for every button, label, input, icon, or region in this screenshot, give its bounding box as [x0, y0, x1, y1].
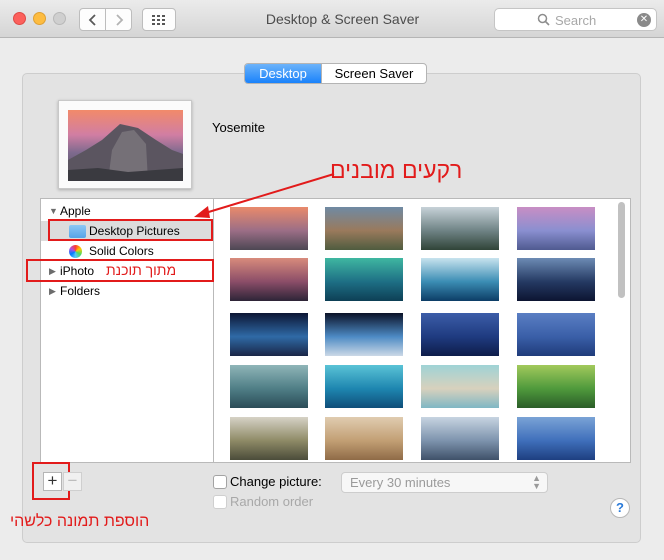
wallpaper-grid	[213, 198, 631, 463]
wallpaper-thumbnail[interactable]	[517, 258, 595, 301]
search-placeholder: Search	[555, 13, 597, 28]
title-bar: Desktop & Screen Saver Search ✕	[0, 0, 664, 38]
source-label: Solid Colors	[89, 244, 154, 258]
wallpaper-thumbnail[interactable]	[517, 365, 595, 408]
wallpaper-thumbnail[interactable]	[230, 258, 308, 301]
close-window-icon[interactable]	[13, 12, 26, 25]
source-item-solid-colors[interactable]: Solid Colors	[41, 241, 213, 261]
zoom-window-icon[interactable]	[53, 12, 66, 25]
remove-folder-button[interactable]: −	[63, 472, 82, 491]
wallpaper-thumbnail[interactable]	[325, 417, 403, 460]
interval-select[interactable]: Every 30 minutes ▲ ▼	[341, 472, 548, 493]
color-wheel-icon	[69, 245, 82, 258]
interval-value: Every 30 minutes	[350, 475, 451, 490]
wallpaper-preview	[58, 100, 192, 189]
minimize-window-icon[interactable]	[33, 12, 46, 25]
annotation-builtin-backgrounds: רקעים מובנים	[330, 157, 463, 183]
forward-button[interactable]	[105, 8, 132, 31]
search-field[interactable]: Search ✕	[494, 8, 657, 31]
change-picture-checkbox[interactable]	[213, 475, 227, 489]
search-icon	[537, 13, 550, 31]
source-label: Apple	[60, 204, 91, 218]
chevron-right-icon	[115, 13, 123, 26]
wallpaper-thumbnail[interactable]	[517, 417, 595, 460]
wallpaper-thumbnail[interactable]	[230, 417, 308, 460]
back-button[interactable]	[79, 8, 106, 31]
select-arrows-icon: ▲ ▼	[532, 473, 541, 491]
wallpaper-thumbnail[interactable]	[517, 207, 595, 250]
wallpaper-thumbnail[interactable]	[325, 365, 403, 408]
disclosure-triangle-icon[interactable]: ▶	[49, 281, 56, 301]
change-picture-label: Change picture:	[230, 474, 322, 489]
wallpaper-name: Yosemite	[212, 120, 265, 135]
wallpaper-thumbnail[interactable]	[421, 207, 499, 250]
preview-image	[68, 110, 183, 181]
tab-screen-saver[interactable]: Screen Saver	[321, 64, 426, 83]
annotation-add-image: הוספת תמונה כלשהי	[10, 513, 150, 530]
wallpaper-thumbnail[interactable]	[517, 313, 595, 356]
disclosure-triangle-icon[interactable]: ▼	[49, 201, 58, 221]
wallpaper-thumbnail[interactable]	[230, 313, 308, 356]
source-group-folders[interactable]: ▶ Folders	[41, 281, 213, 301]
annotation-from-app: מתוך תוכנת	[106, 262, 177, 278]
random-order-checkbox[interactable]	[213, 495, 227, 509]
wallpaper-thumbnail[interactable]	[421, 365, 499, 408]
wallpaper-thumbnail[interactable]	[421, 313, 499, 356]
chevron-left-icon	[88, 13, 96, 26]
random-order-label: Random order	[230, 494, 314, 509]
help-button[interactable]: ?	[610, 498, 630, 518]
grid-scrollbar[interactable]	[618, 202, 625, 298]
source-group-apple[interactable]: ▼ Apple	[41, 201, 213, 221]
grid-icon	[152, 14, 165, 25]
show-all-button[interactable]	[142, 8, 176, 31]
add-folder-button[interactable]: +	[43, 472, 62, 491]
annotation-highlight-desktop-pictures	[48, 219, 213, 241]
clear-search-icon[interactable]: ✕	[637, 13, 651, 27]
wallpaper-thumbnail[interactable]	[421, 258, 499, 301]
window-title: Desktop & Screen Saver	[265, 11, 420, 27]
annotation-arrow-icon	[194, 173, 335, 218]
tab-control: Desktop Screen Saver	[244, 63, 427, 84]
wallpaper-thumbnail[interactable]	[325, 313, 403, 356]
wallpaper-thumbnail[interactable]	[230, 365, 308, 408]
tab-desktop[interactable]: Desktop	[245, 64, 321, 83]
wallpaper-thumbnail[interactable]	[421, 417, 499, 460]
wallpaper-thumbnail[interactable]	[325, 258, 403, 301]
source-label: Folders	[60, 284, 101, 298]
